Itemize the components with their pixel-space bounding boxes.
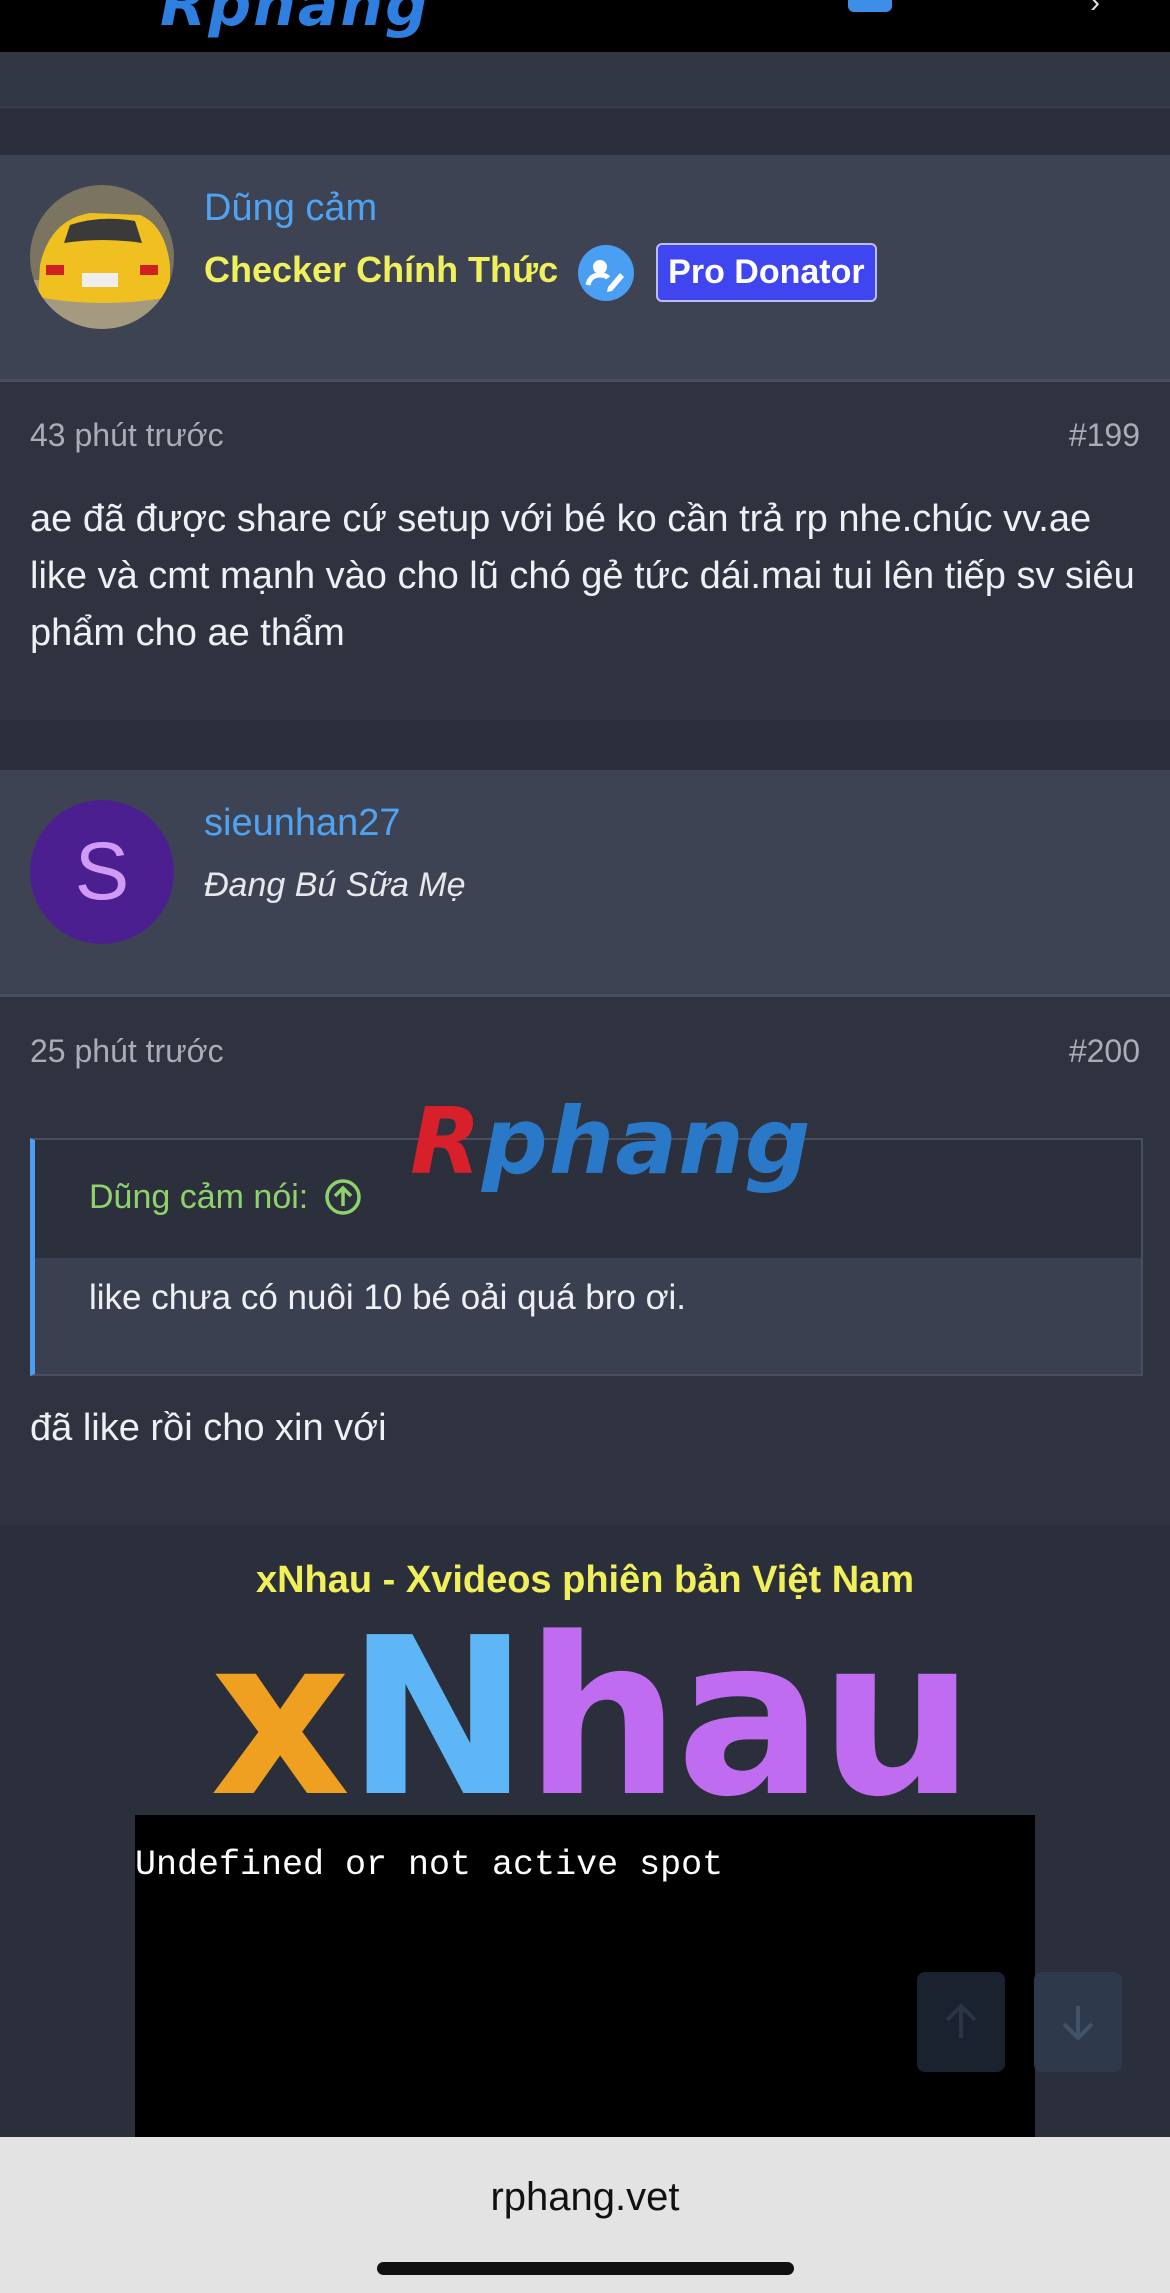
post-time[interactable]: 43 phút trước [30,417,224,454]
site-logo[interactable]: Rphang [160,0,430,40]
header-button[interactable] [848,0,892,12]
arrow-up-icon [945,2003,977,2038]
chevron-icon[interactable]: › [1090,0,1100,20]
avatar[interactable]: S [30,800,174,944]
post-user-header: Dũng cảm Checker Chính Thức Pro Donator [0,155,1170,382]
post-message: đã like rồi cho xin với [30,1407,387,1449]
site-header: Rphang › [0,0,1170,52]
user-rank: Checker Chính Thức [204,249,559,291]
home-indicator[interactable] [377,2262,794,2275]
user-title: Đang Bú Sữa Mẹ [204,866,466,904]
site-watermark-logo: Rphang [410,1088,812,1195]
user-title: Checker Chính Thức Pro Donator [204,243,877,302]
verified-pen-icon [578,244,635,301]
arrow-down-icon [1062,2006,1094,2041]
quote-text: like chưa có nuôi 10 bé oải quá bro ơi. [89,1278,687,1317]
post-message: ae đã được share cứ setup với bé ko cần … [30,498,1135,654]
browser-address-bar[interactable]: rphang.vet [0,2137,1170,2293]
url-text[interactable]: rphang.vet [0,2175,1170,2220]
quote-author-link[interactable]: Dũng cảm nói: [89,1178,362,1217]
arrow-up-circle-icon[interactable] [324,1178,362,1216]
ad-spot[interactable]: Undefined or not active spot [135,1815,1035,2137]
car-avatar-image [30,185,174,329]
ad-spot-text: Undefined or not active spot [135,1845,724,1885]
scroll-top-button[interactable] [917,1972,1005,2072]
post-separator [0,52,1170,108]
avatar-letter: S [74,826,130,917]
post-number[interactable]: #200 [1069,1033,1140,1070]
post-199: Dũng cảm Checker Chính Thức Pro Donator … [0,155,1170,720]
username-link[interactable]: sieunhan27 [204,802,401,845]
post-user-header: S sieunhan27 Đang Bú Sữa Mẹ [0,770,1170,997]
username-link[interactable]: Dũng cảm [204,187,377,230]
avatar[interactable] [30,185,174,329]
scroll-bottom-button[interactable] [1034,1972,1122,2072]
post-time[interactable]: 25 phút trước [30,1033,224,1070]
pro-donator-badge: Pro Donator [656,243,877,302]
post-number[interactable]: #199 [1069,417,1140,454]
ad-logo[interactable]: xNhau [210,1610,975,1828]
